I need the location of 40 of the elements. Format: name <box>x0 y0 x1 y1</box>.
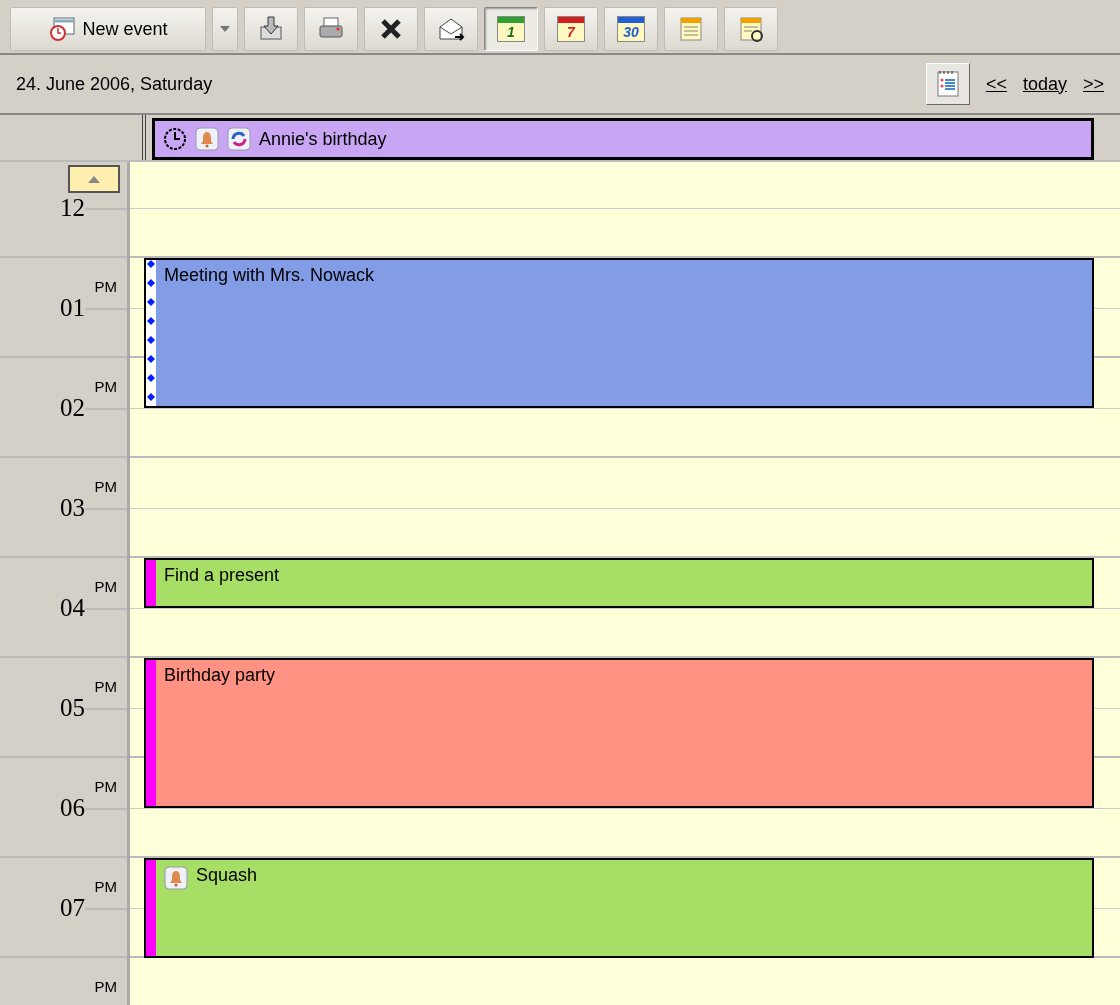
hour-label: 06 <box>60 795 85 820</box>
hour-label: 12 <box>60 195 85 220</box>
scroll-up-button[interactable] <box>68 165 120 193</box>
dropdown-button[interactable] <box>212 7 238 51</box>
hour-label: 05 <box>60 695 85 720</box>
event[interactable]: Squash <box>144 858 1094 958</box>
period-label: PM <box>94 777 117 797</box>
hour-label: 02 <box>60 395 85 420</box>
toolbar-button[interactable]: 30 <box>604 7 658 51</box>
event[interactable]: Meeting with Mrs. Nowack <box>144 258 1094 408</box>
list-refresh-icon <box>737 15 765 43</box>
event[interactable]: Birthday party <box>144 658 1094 808</box>
hour-label: 07 <box>60 895 85 920</box>
notepad-icon <box>934 69 961 99</box>
hour-label: 04 <box>60 595 85 620</box>
up-arrow-icon <box>87 174 101 184</box>
toolbar-button[interactable]: 7 <box>544 7 598 51</box>
period-label: PM <box>94 977 117 997</box>
period-label: PM <box>94 477 117 497</box>
toolbar-button[interactable] <box>364 7 418 51</box>
period-label: PM <box>94 877 117 897</box>
list-icon <box>677 15 705 43</box>
caret-icon <box>219 25 231 33</box>
all-day-event[interactable]: Annie's birthday <box>152 118 1094 160</box>
hour-label: 01 <box>60 295 85 320</box>
date-title: 24. June 2006, Saturday <box>16 72 214 96</box>
period-label: PM <box>94 677 117 697</box>
event[interactable]: Find a present <box>144 558 1094 608</box>
previous-link[interactable]: << <box>985 70 1007 98</box>
new-event-button[interactable]: New event <box>10 7 206 51</box>
today-link[interactable]: today <box>1022 70 1067 98</box>
tray-arrow-icon <box>257 15 285 43</box>
toolbar-button[interactable]: 1 <box>484 7 538 51</box>
calendar-clock-icon <box>48 16 77 42</box>
hour-label: 03 <box>60 495 85 520</box>
period-label: PM <box>94 277 117 297</box>
next-link[interactable]: >> <box>1082 70 1104 98</box>
notes-button[interactable] <box>925 63 970 105</box>
period-label: PM <box>94 577 117 597</box>
period-label: PM <box>94 377 117 397</box>
